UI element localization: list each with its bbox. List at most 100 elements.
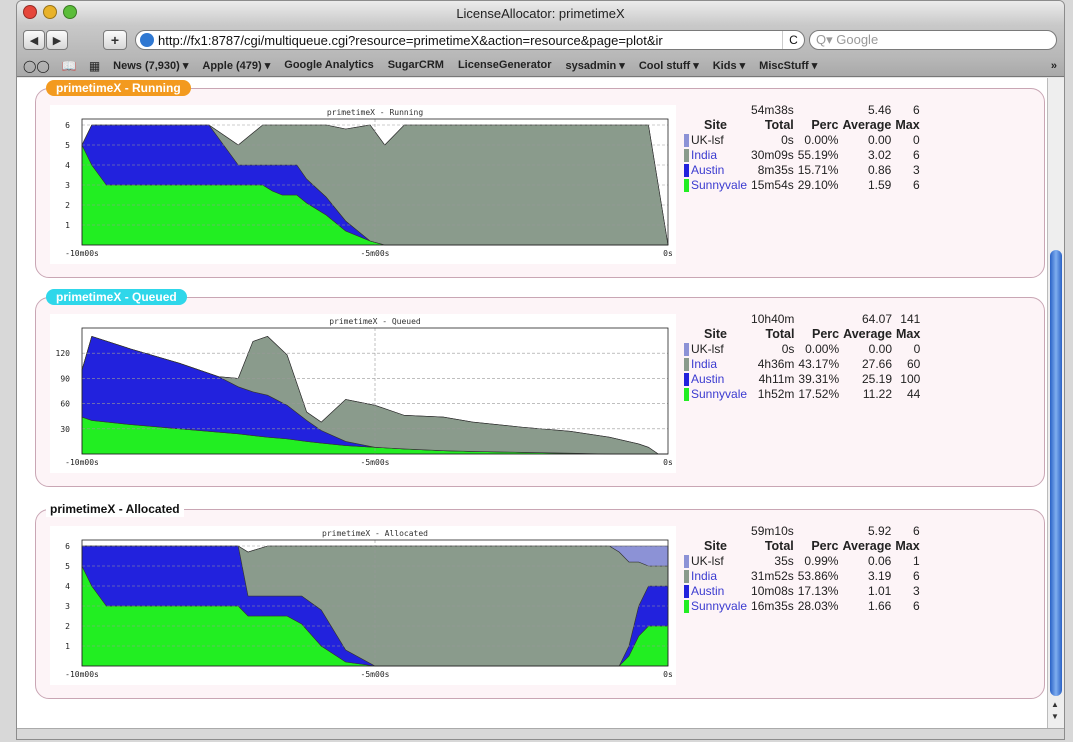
address-bar[interactable]: http://fx1:8787/cgi/multiqueue.cgi?resou… [135, 30, 805, 50]
section-panel: primetimeX - Running primetimeX - Running… [35, 80, 1045, 278]
site-link[interactable]: Sunnyvale [691, 599, 747, 613]
site-link[interactable]: Sunnyvale [691, 387, 747, 401]
y-tick-label: 2 [65, 622, 70, 631]
x-tick-label: 0s [663, 458, 673, 467]
x-tick-label: -5m00s [361, 249, 390, 258]
site-total: 4h36m [757, 357, 795, 371]
x-tick-label: -5m00s [361, 670, 390, 679]
area-chart: primetimeX - Allocated 1 2 3 4 5 6 -10m00s -5m00… [65, 529, 673, 679]
site-total: 16m35s [751, 599, 794, 613]
stats-row: India 30m09s 55.19% 3.02 6 [682, 148, 922, 163]
stats-row: Sunnyvale 15m54s 29.10% 1.59 6 [682, 178, 922, 193]
scroll-up-arrow[interactable]: ▲ [1051, 700, 1059, 709]
site-max: 6 [912, 569, 920, 583]
reload-button[interactable]: C [782, 31, 804, 49]
summary-average: 5.46 [867, 103, 892, 117]
site-link[interactable]: India [691, 357, 717, 371]
site-color-swatch [684, 358, 689, 372]
chart-plot: primetimeX - Queued 30 60 90 120 -10m00s -5m00… [50, 314, 676, 473]
y-tick-label: 5 [65, 141, 70, 150]
summary-average: 64.07 [861, 312, 892, 326]
vertical-scrollbar[interactable]: ▲ ▼ [1047, 78, 1064, 728]
scrollbar-thumb[interactable] [1050, 250, 1062, 696]
bookmark-item[interactable]: News (7,930) ▾ [106, 59, 195, 72]
scroll-down-arrow[interactable]: ▼ [1051, 712, 1059, 721]
bookmark-item[interactable]: Cool stuff ▾ [632, 59, 706, 72]
stats-row: Austin 4h11m 39.31% 25.19 100 [682, 372, 922, 387]
summary-max: 141 [900, 312, 921, 326]
site-max: 0 [913, 342, 921, 356]
site-average: 1.59 [867, 178, 892, 192]
chart-plot: primetimeX - Running 1 2 3 4 5 6 -10m00s -5m00s 0… [50, 105, 676, 264]
site-link[interactable]: UK-lsf [691, 342, 724, 356]
bookmark-item[interactable]: Kids ▾ [706, 59, 752, 72]
window-title: LicenseAllocator: primetimeX [456, 6, 625, 21]
bookmark-item[interactable]: sysadmin ▾ [559, 59, 632, 72]
site-link[interactable]: Sunnyvale [691, 178, 747, 192]
col-perc: Perc [812, 327, 840, 341]
site-perc: 28.03% [797, 599, 839, 613]
search-field[interactable]: Q▾ Google [809, 30, 1057, 50]
col-total: Total [765, 327, 795, 341]
site-max: 44 [906, 387, 921, 401]
section-panel: primetimeX - Queued primetimeX - Queued 30… [35, 289, 1045, 487]
summary-total: 59m10s [751, 524, 794, 538]
site-max: 3 [912, 584, 920, 598]
bookmark-item[interactable]: Apple (479) ▾ [195, 59, 277, 72]
add-bookmark-button[interactable]: + [103, 30, 127, 50]
col-max: Max [896, 327, 921, 341]
bookmark-item[interactable]: MiscStuff ▾ [752, 59, 824, 72]
y-tick-label: 90 [60, 374, 70, 383]
section-panel: primetimeX - Allocated primetimeX - Alloc… [35, 501, 1045, 699]
bookmark-item[interactable]: LicenseGenerator [451, 59, 559, 72]
y-tick-label: 6 [65, 542, 70, 551]
stats-row: Austin 8m35s 15.71% 0.86 3 [682, 163, 922, 178]
site-total: 1h52m [757, 387, 795, 401]
book-icon[interactable]: 📖 [56, 59, 83, 73]
site-total: 10m08s [751, 584, 794, 598]
summary-total: 10h40m [751, 312, 795, 326]
x-tick-label: 0s [663, 670, 673, 679]
col-site: Site [704, 118, 727, 132]
site-link[interactable]: India [691, 569, 717, 583]
site-color-swatch [684, 585, 689, 599]
site-color-swatch [684, 388, 689, 402]
bookmarks-overflow-button[interactable]: » [1044, 60, 1064, 72]
bookmark-item[interactable]: Google Analytics [277, 59, 380, 72]
site-link[interactable]: UK-lsf [691, 133, 724, 147]
col-average: Average [842, 539, 892, 553]
site-perc: 17.13% [797, 584, 839, 598]
site-total: 4h11m [758, 372, 795, 386]
forward-button[interactable]: ▶ [46, 30, 68, 50]
site-link[interactable]: Austin [691, 584, 724, 598]
y-tick-label: 3 [65, 181, 70, 190]
site-link[interactable]: India [691, 148, 717, 162]
site-perc: 55.19% [797, 148, 839, 162]
site-max: 60 [906, 357, 921, 371]
stats-table: 59m10s 5.92 6 Site Total Perc Average Max UK-lsf… [682, 524, 972, 614]
site-max: 6 [912, 178, 920, 192]
grid-icon[interactable]: ▦ [83, 59, 106, 73]
site-link[interactable]: UK-lsf [691, 554, 724, 568]
x-tick-label: -10m00s [65, 458, 99, 467]
site-link[interactable]: Austin [691, 163, 724, 177]
summary-max: 6 [912, 524, 920, 538]
site-perc: 15.71% [797, 163, 839, 177]
site-perc: 17.52% [798, 387, 840, 401]
site-max: 0 [912, 133, 920, 147]
summary-total: 54m38s [751, 103, 794, 117]
reading-glasses-icon[interactable]: ◯◯ [17, 59, 56, 73]
site-average: 27.66 [861, 357, 892, 371]
y-tick-label: 3 [65, 602, 70, 611]
bookmark-item[interactable]: SugarCRM [381, 59, 451, 72]
site-perc: 0.00% [804, 133, 839, 147]
site-average: 0.00 [867, 133, 892, 147]
back-button[interactable]: ◀ [23, 30, 45, 50]
site-perc: 0.00% [805, 342, 840, 356]
site-max: 1 [912, 554, 920, 568]
site-color-swatch [684, 555, 689, 569]
site-link[interactable]: Austin [691, 372, 724, 386]
site-color-swatch [684, 570, 689, 584]
site-perc: 43.17% [798, 357, 840, 371]
x-tick-label: -10m00s [65, 249, 99, 258]
